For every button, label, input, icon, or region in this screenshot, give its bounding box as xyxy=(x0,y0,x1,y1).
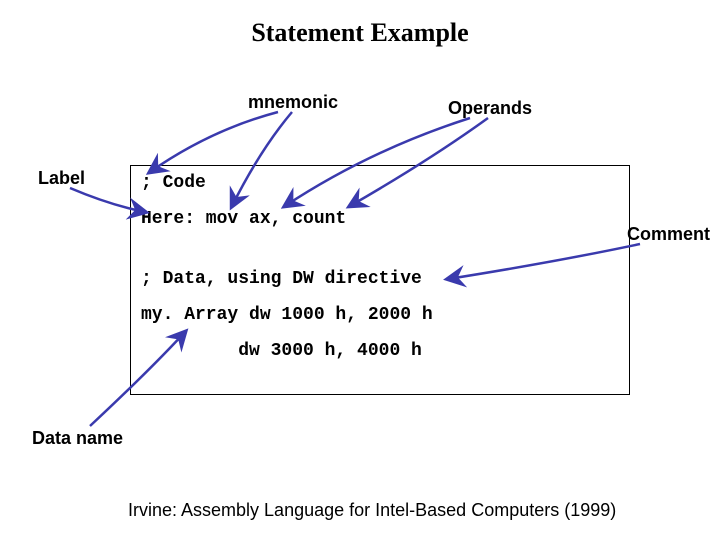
annot-data-name: Data name xyxy=(32,428,123,449)
annot-mnemonic: mnemonic xyxy=(248,92,338,113)
code-line-1: ; Code xyxy=(141,174,619,192)
annot-comment: Comment xyxy=(627,224,710,245)
page-title: Statement Example xyxy=(0,18,720,48)
annot-operands: Operands xyxy=(448,98,532,119)
code-line-3: ; Data, using DW directive xyxy=(141,270,619,288)
code-box: ; Code Here: mov ax, count ; Data, using… xyxy=(130,165,630,395)
citation: Irvine: Assembly Language for Intel-Base… xyxy=(128,500,616,521)
slide: Statement Example mnemonic Operands Labe… xyxy=(0,0,720,540)
code-line-4: my. Array dw 1000 h, 2000 h xyxy=(141,306,619,324)
code-line-2: Here: mov ax, count xyxy=(141,210,619,228)
annot-label: Label xyxy=(38,168,85,189)
arrow-mnemonic-semicolon xyxy=(150,112,278,172)
code-line-5: dw 3000 h, 4000 h xyxy=(141,342,619,360)
